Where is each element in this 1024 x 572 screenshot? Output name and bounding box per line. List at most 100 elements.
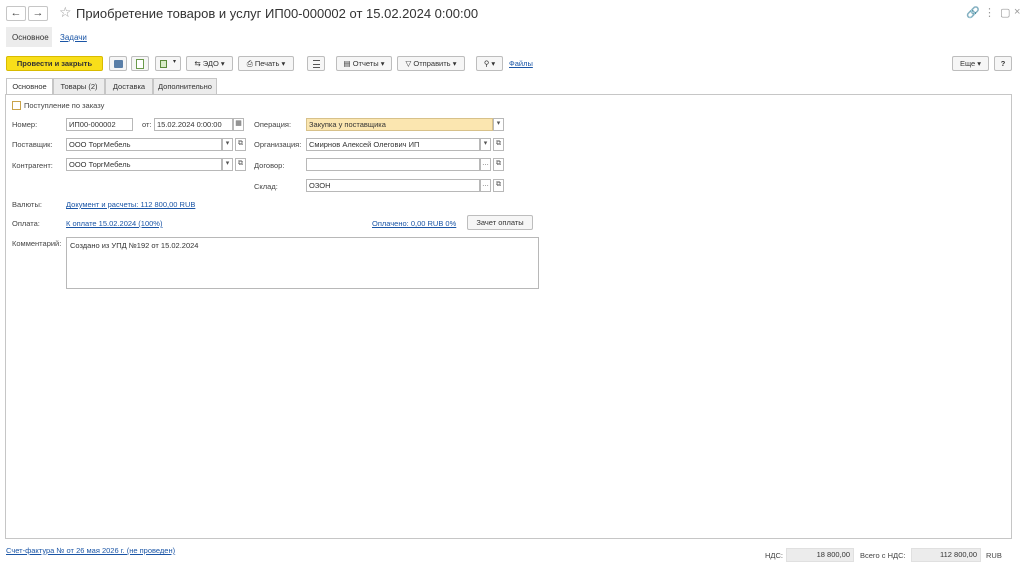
- attach-button[interactable]: ⚲ ▾: [476, 56, 503, 71]
- counterparty-open-button[interactable]: ⧉: [235, 158, 246, 171]
- by-order-label: Поступление по заказу: [24, 101, 105, 110]
- comment-textarea[interactable]: Создано из УПД №192 от 15.02.2024: [66, 237, 539, 289]
- print-button[interactable]: ⎙ Печать ▾: [238, 56, 294, 71]
- contract-field[interactable]: [306, 158, 480, 171]
- invoice-link[interactable]: Счет-фактура № от 26 мая 2026 г. (не про…: [6, 546, 175, 555]
- supplier-dropdown-button[interactable]: ▾: [222, 138, 233, 151]
- payment-link[interactable]: К оплате 15.02.2024 (100%): [66, 219, 162, 228]
- currency-label: Валюты:: [12, 200, 42, 209]
- create-based-on-button[interactable]: ▾: [155, 56, 181, 71]
- payment-offset-button[interactable]: Зачет оплаты: [467, 215, 533, 230]
- operation-dropdown-button[interactable]: ▾: [493, 118, 504, 131]
- back-button[interactable]: ←: [6, 6, 26, 21]
- chevron-down-icon: ▾: [173, 59, 177, 65]
- list-icon: [313, 60, 320, 68]
- save-button[interactable]: [109, 56, 127, 71]
- number-label: Номер:: [12, 120, 38, 129]
- chevron-down-icon: ▾: [483, 140, 488, 147]
- open-icon: ⧉: [496, 140, 501, 147]
- post-and-close-button[interactable]: Провести и закрыть: [6, 56, 103, 71]
- post-document-icon: [136, 59, 144, 69]
- printer-icon: ⎙: [246, 59, 255, 68]
- chevron-down-icon: ▾: [281, 59, 286, 68]
- chevron-down-icon: ▾: [452, 59, 457, 68]
- maximize-icon[interactable]: ▢: [1000, 6, 1010, 19]
- chevron-down-icon: ▾: [491, 59, 496, 68]
- total-label: Всего с НДС:: [860, 551, 906, 560]
- contract-open-button[interactable]: ⧉: [493, 158, 504, 171]
- operation-select[interactable]: Закупка у поставщика: [306, 118, 493, 131]
- files-link[interactable]: Файлы: [509, 59, 533, 68]
- payment-label: Оплата:: [12, 219, 40, 228]
- tab-form-main[interactable]: Основное: [6, 78, 53, 95]
- contract-select-button[interactable]: …: [480, 158, 491, 171]
- edo-icon: ⇆: [194, 59, 203, 68]
- organization-open-button[interactable]: ⧉: [493, 138, 504, 151]
- warehouse-open-button[interactable]: ⧉: [493, 179, 504, 192]
- open-icon: ⧉: [238, 160, 243, 167]
- more-label: Еще: [959, 59, 976, 68]
- paperclip-icon: ⚲: [483, 59, 490, 68]
- post-button[interactable]: [131, 56, 149, 71]
- create-based-icon: [160, 60, 167, 68]
- chevron-down-icon: ▾: [220, 59, 225, 68]
- chevron-down-icon: ▾: [496, 120, 501, 127]
- calendar-icon: ▦: [235, 120, 242, 127]
- warehouse-select-button[interactable]: …: [480, 179, 491, 192]
- tab-main[interactable]: Основное: [12, 33, 49, 42]
- structure-button[interactable]: [307, 56, 325, 71]
- organization-dropdown-button[interactable]: ▾: [480, 138, 491, 151]
- warehouse-field[interactable]: ОЗОН: [306, 179, 480, 192]
- reports-icon: ▤: [343, 59, 353, 68]
- tab-tasks[interactable]: Задачи: [60, 33, 87, 42]
- open-icon: ⧉: [238, 140, 243, 147]
- operation-label: Операция:: [254, 120, 292, 129]
- chevron-down-icon: ▾: [380, 59, 385, 68]
- open-icon: ⧉: [496, 160, 501, 167]
- date-field[interactable]: 15.02.2024 0:00:00: [154, 118, 233, 131]
- number-field[interactable]: ИП00-000002: [66, 118, 133, 131]
- more-vertical-icon[interactable]: ⋮: [984, 6, 995, 19]
- open-icon: ⧉: [496, 181, 501, 188]
- organization-field[interactable]: Смирнов Алексей Олегович ИП: [306, 138, 480, 151]
- currency-link[interactable]: Документ и расчеты: 112 800,00 RUB: [66, 200, 195, 209]
- send-label: Отправить: [413, 59, 451, 68]
- edo-button[interactable]: ⇆ ЭДО ▾: [186, 56, 233, 71]
- send-button[interactable]: ▽ Отправить ▾: [397, 56, 465, 71]
- comment-label: Комментарий:: [12, 239, 62, 248]
- print-label: Печать: [254, 59, 280, 68]
- supplier-open-button[interactable]: ⧉: [235, 138, 246, 151]
- save-icon: [114, 60, 123, 68]
- chevron-down-icon: ▾: [225, 160, 230, 167]
- link-icon[interactable]: 🔗: [966, 6, 980, 19]
- paid-link[interactable]: Оплачено: 0,00 RUB 0%: [372, 219, 456, 228]
- ellipsis-icon: …: [482, 181, 489, 188]
- more-button[interactable]: Еще ▾: [952, 56, 989, 71]
- counterparty-label: Контрагент:: [12, 161, 53, 170]
- chevron-down-icon: ▾: [225, 140, 230, 147]
- counterparty-dropdown-button[interactable]: ▾: [222, 158, 233, 171]
- ellipsis-icon: …: [482, 160, 489, 167]
- reports-label: Отчеты: [352, 59, 379, 68]
- close-icon[interactable]: ×: [1014, 6, 1020, 18]
- tab-form-goods[interactable]: Товары (2): [53, 78, 105, 94]
- calendar-button[interactable]: ▦: [233, 118, 244, 131]
- supplier-label: Поставщик:: [12, 140, 53, 149]
- by-order-checkbox[interactable]: [12, 101, 21, 110]
- supplier-field[interactable]: ООО ТоргМебель: [66, 138, 222, 151]
- favorite-star-icon[interactable]: ☆: [59, 4, 72, 21]
- vat-value: 18 800,00: [786, 548, 854, 562]
- currency-code: RUB: [986, 551, 1002, 560]
- counterparty-field[interactable]: ООО ТоргМебель: [66, 158, 222, 171]
- total-value: 112 800,00: [911, 548, 981, 562]
- edo-label: ЭДО: [202, 59, 219, 68]
- reports-button[interactable]: ▤ Отчеты ▾: [336, 56, 392, 71]
- date-label: от:: [142, 120, 152, 129]
- vat-label: НДС:: [765, 551, 783, 560]
- help-button[interactable]: ?: [994, 56, 1012, 71]
- window-title: Приобретение товаров и услуг ИП00-000002…: [76, 6, 479, 21]
- forward-button[interactable]: →: [28, 6, 48, 21]
- tab-form-additional[interactable]: Дополнительно: [153, 78, 217, 94]
- organization-label: Организация:: [254, 140, 302, 149]
- tab-form-delivery[interactable]: Доставка: [105, 78, 153, 94]
